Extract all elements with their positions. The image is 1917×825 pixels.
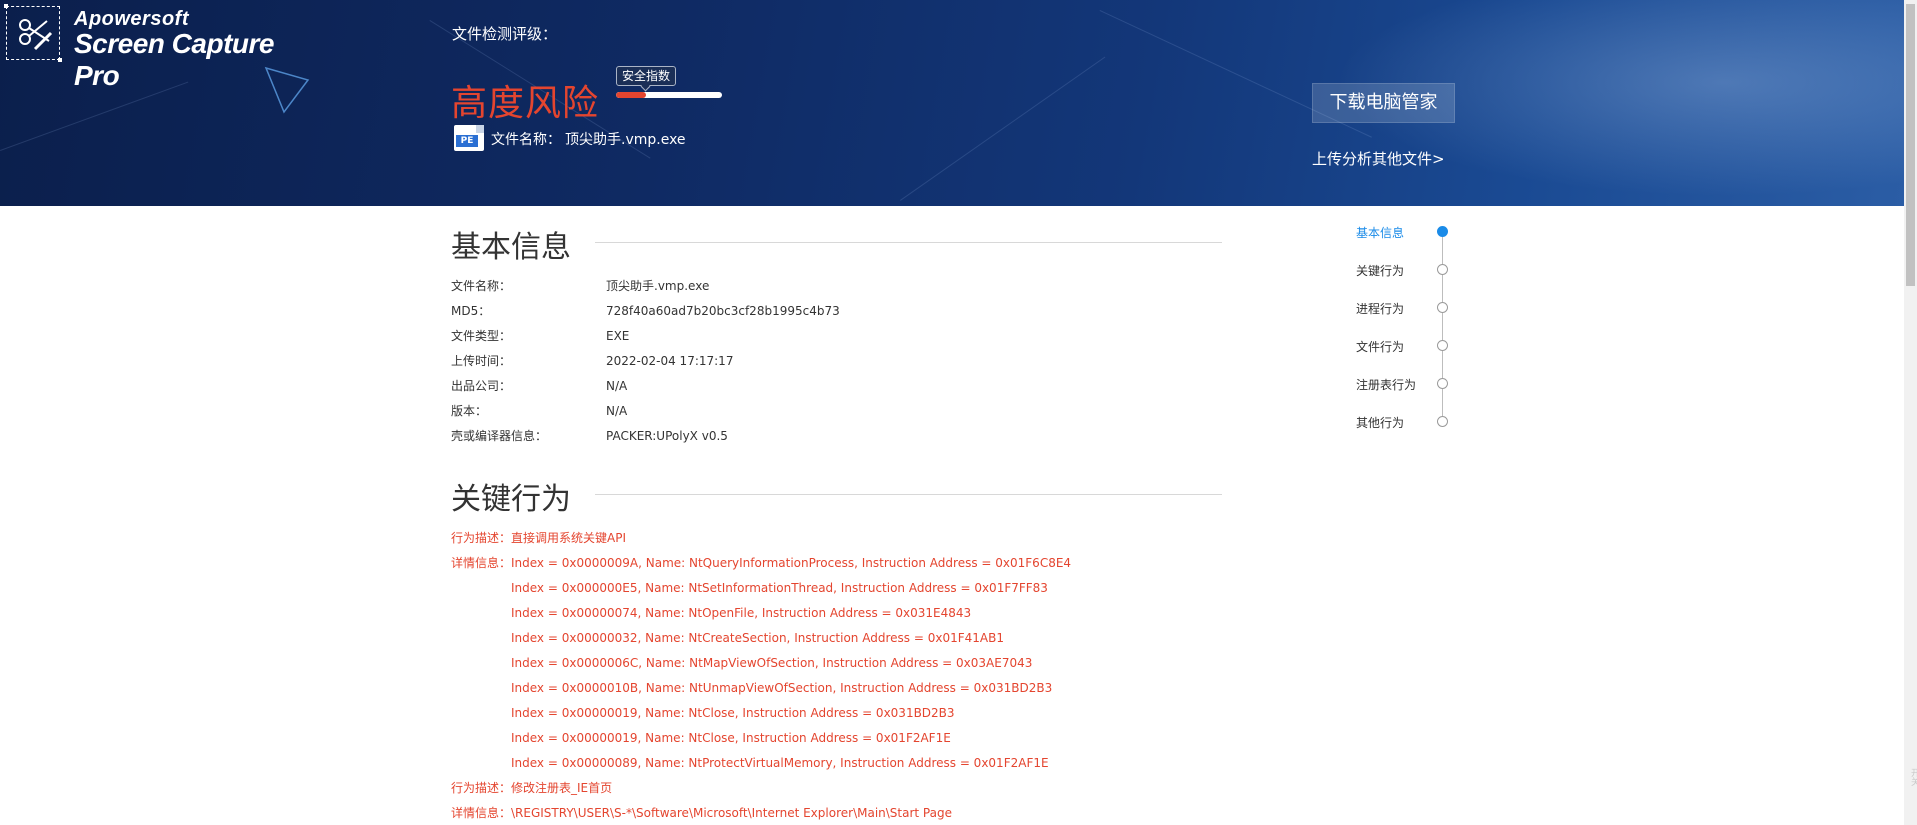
behavior-detail-line: Index = 0x00000019, Name: NtClose, Instr… [511, 706, 955, 720]
nav-item-file-behavior[interactable]: 文件行为 [1356, 338, 1404, 355]
nav-item-registry-behavior[interactable]: 注册表行为 [1356, 376, 1416, 393]
behavior-detail-line: Index = 0x0000010B, Name: NtUnmapViewOfS… [511, 681, 1053, 695]
behavior-detail-line: \REGISTRY\USER\S-*\Software\Microsoft\In… [511, 806, 952, 820]
nav-dot-basic-info[interactable] [1437, 226, 1448, 237]
info-value: N/A [606, 379, 628, 393]
info-value: 顶尖助手.vmp.exe [606, 279, 710, 293]
info-label: 壳或编译器信息： [451, 429, 548, 443]
safety-index-tooltip: 安全指数 [616, 66, 677, 86]
info-label: 文件名称： [451, 279, 512, 293]
nav-dot-other-behavior[interactable] [1437, 416, 1448, 427]
section-title-key-behavior: 关键行为 [451, 474, 595, 518]
info-label: 上传时间： [451, 354, 512, 368]
info-value: PACKER:UPolyX v0.5 [606, 429, 728, 443]
info-value: 728f40a60ad7b20bc3cf28b1995c4b73 [606, 304, 840, 318]
upload-other-file-link[interactable]: 上传分析其他文件> [1312, 148, 1445, 169]
behavior-detail-line: Index = 0x0000006C, Name: NtMapViewOfSec… [511, 656, 1033, 670]
behavior-desc: 修改注册表_IE首页 [511, 781, 613, 795]
info-label: 文件类型： [451, 329, 512, 343]
behavior-detail-line: Index = 0x00000032, Name: NtCreateSectio… [511, 631, 1004, 645]
file-name-value: 顶尖助手.vmp.exe [565, 132, 686, 148]
behavior-desc: 直接调用系统关键API [511, 531, 626, 545]
banner-decor-line [900, 56, 1106, 201]
nav-dot-key-behavior[interactable] [1437, 264, 1448, 275]
nav-item-other-behavior[interactable]: 其他行为 [1356, 414, 1404, 431]
file-name-label: 文件名称： [491, 132, 561, 148]
behavior-detail-line: Index = 0x00000089, Name: NtProtectVirtu… [511, 756, 1049, 770]
behavior-detail-label: 详情信息： [451, 556, 512, 570]
behavior-detail-line: Index = 0x00000019, Name: NtClose, Instr… [511, 731, 951, 745]
rating-label: 文件检测评级： [452, 25, 558, 43]
nav-dot-file-behavior[interactable] [1437, 340, 1448, 351]
page-scrollbar[interactable] [1904, 0, 1917, 825]
info-value: EXE [606, 329, 630, 343]
scissors-icon [4, 4, 62, 62]
behavior-desc-label: 行为描述： [451, 781, 512, 795]
nav-dot-registry-behavior[interactable] [1437, 378, 1448, 389]
info-value: 2022-02-04 17:17:17 [606, 354, 734, 368]
triangle-icon [264, 66, 310, 114]
header-banner: Apowersoft Screen Capture Pro 文件检测评级： 高度… [0, 0, 1904, 206]
app-logo: Apowersoft Screen Capture Pro [4, 4, 324, 91]
info-label: MD5： [451, 304, 491, 318]
nav-dot-process-behavior[interactable] [1437, 302, 1448, 313]
timeline-nav-line [1442, 231, 1443, 423]
side-toggle-text[interactable]: 开关 [1908, 768, 1917, 786]
behavior-detail-line: Index = 0x0000009A, Name: NtQueryInforma… [511, 556, 1072, 570]
info-value: N/A [606, 404, 628, 418]
nav-item-process-behavior[interactable]: 进程行为 [1356, 300, 1404, 317]
info-label: 出品公司： [451, 379, 512, 393]
download-button[interactable]: 下载电脑管家 [1312, 83, 1455, 123]
info-label: 版本： [451, 404, 488, 418]
scrollbar-thumb[interactable] [1906, 4, 1915, 286]
behavior-detail-label: 详情信息： [451, 806, 512, 820]
safety-index-fill [616, 92, 646, 98]
risk-level: 高度风险 [451, 83, 600, 124]
behavior-detail-line: Index = 0x00000074, Name: NtOpenFile, In… [511, 606, 972, 620]
nav-item-key-behavior[interactable]: 关键行为 [1356, 262, 1404, 279]
pe-file-icon: PE [454, 125, 484, 151]
nav-item-basic-info[interactable]: 基本信息 [1356, 224, 1404, 241]
safety-index-bar [616, 92, 722, 98]
behavior-desc-label: 行为描述： [451, 531, 512, 545]
section-title-basic-info: 基本信息 [451, 222, 595, 266]
behavior-detail-line: Index = 0x000000E5, Name: NtSetInformati… [511, 581, 1048, 595]
